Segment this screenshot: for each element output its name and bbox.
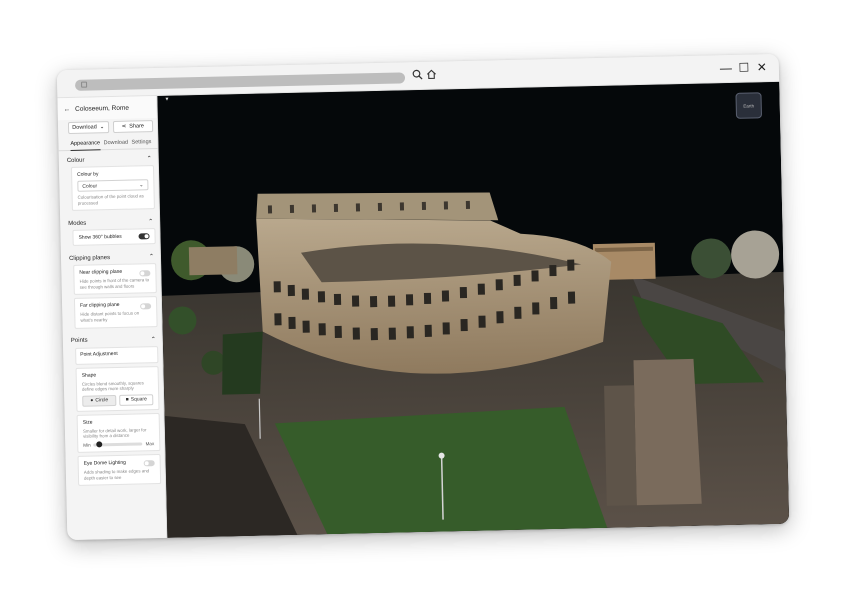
share-button[interactable]: ⋖ Share [112, 120, 154, 133]
point-cloud-viewport[interactable]: ▾ Earth [157, 81, 790, 538]
near-clipping-toggle[interactable] [139, 269, 151, 277]
home-icon[interactable] [425, 69, 437, 81]
square-shape-button[interactable]: ■ Square [119, 393, 154, 406]
colosseum-point-cloud [157, 81, 790, 538]
shape-card: Shape Circles blend smoothly, squares de… [75, 365, 160, 412]
app-window: — ☐ ✕ ← Coloseeum, Rome Download ⌄ ⋖ Sha… [56, 53, 790, 541]
edl-card: Eye Dome Lighting Adds shading to make e… [77, 453, 162, 486]
near-clipping-hint: Hide points in front of the camera to se… [79, 277, 150, 290]
size-card: Size Smaller for detail work, larger for… [76, 412, 161, 453]
edl-label: Eye Dome Lighting [83, 459, 127, 467]
edl-toggle[interactable] [143, 460, 155, 467]
bubbles-label: Show 360° bubbles [78, 234, 122, 241]
bubbles-card: Show 360° bubbles [72, 228, 156, 247]
point-adjustment-card: Point Adjustment [75, 345, 159, 365]
square-label: Square [130, 396, 147, 403]
modes-section-title: Modes [68, 220, 87, 227]
shape-hint: Circles blend smoothly, squares define e… [81, 379, 144, 392]
map-pin-icon: ▾ [165, 96, 169, 103]
shape-label: Shape [81, 371, 97, 379]
points-section-header[interactable]: Points ⌃ [63, 329, 162, 347]
earth-view-button[interactable]: Earth [735, 92, 763, 119]
chevron-up-icon: ⌃ [150, 336, 156, 343]
search-icon[interactable] [411, 69, 423, 81]
tab-download[interactable]: Download [104, 140, 129, 150]
arrow-left-icon[interactable]: ← [64, 105, 71, 112]
size-min-label: Min [83, 442, 91, 448]
circle-label: Circle [95, 397, 109, 404]
project-header: ← Coloseeum, Rome [57, 95, 157, 121]
size-hint: Smaller for detail work, larger for visi… [82, 427, 147, 440]
far-clipping-toggle[interactable] [140, 303, 152, 310]
chevron-up-icon: ⌃ [148, 219, 154, 226]
circle-icon: ● [90, 397, 94, 404]
tab-settings[interactable]: Settings [131, 139, 151, 148]
chevron-down-icon: ⌄ [99, 124, 105, 131]
colour-by-label: Colour by [77, 171, 99, 178]
earth-view-label: Earth [743, 102, 755, 109]
project-title: Coloseeum, Rome [75, 104, 130, 113]
near-clipping-label: Near clipping plane [79, 269, 123, 276]
circle-shape-button[interactable]: ● Circle [82, 394, 117, 407]
size-slider-handle[interactable] [96, 441, 103, 448]
colour-hint: Colourisation of the point cloud as proc… [77, 193, 144, 206]
size-label: Size [82, 419, 93, 426]
share-label: Share [129, 123, 145, 130]
chevron-up-icon: ⌃ [146, 156, 152, 163]
edl-hint: Adds shading to make edges and depth eas… [83, 468, 150, 481]
tab-appearance[interactable]: Appearance [70, 140, 101, 151]
size-max-label: Max [145, 441, 155, 447]
square-icon: ■ [125, 396, 129, 404]
share-icon: ⋖ [121, 123, 127, 130]
colour-section-title: Colour [66, 157, 85, 164]
chevron-up-icon: ⌃ [148, 254, 155, 261]
colour-select[interactable]: Colour ⌄ [77, 179, 149, 192]
download-label: Download [72, 124, 97, 131]
download-dropdown-button[interactable]: Download ⌄ [67, 121, 109, 135]
near-clipping-card: Near clipping plane Hide points in front… [73, 263, 157, 296]
sidebar-panel: ← Coloseeum, Rome Download ⌄ ⋖ Share App… [57, 95, 168, 541]
far-clipping-label: Far clipping plane [80, 302, 120, 310]
bubbles-toggle[interactable] [138, 233, 150, 240]
size-slider[interactable] [93, 441, 143, 448]
close-button[interactable]: ✕ [755, 60, 769, 74]
clipping-section-title: Clipping planes [68, 254, 111, 262]
point-adjustment-label: Point Adjustment [80, 350, 118, 358]
colour-card: Colour by Colour ⌄ Colourisation of the … [70, 165, 155, 212]
minimize-button[interactable]: — [719, 61, 733, 75]
lock-icon [81, 81, 88, 88]
maximize-button[interactable]: ☐ [737, 61, 751, 75]
points-section-title: Points [70, 337, 88, 345]
address-bar[interactable] [74, 72, 406, 91]
far-clipping-card: Far clipping plane Hide distant points t… [73, 296, 158, 329]
far-clipping-hint: Hide distant points to focus on what's n… [80, 310, 140, 323]
colour-select-value: Colour [82, 182, 98, 190]
chevron-down-icon: ⌄ [139, 181, 144, 188]
